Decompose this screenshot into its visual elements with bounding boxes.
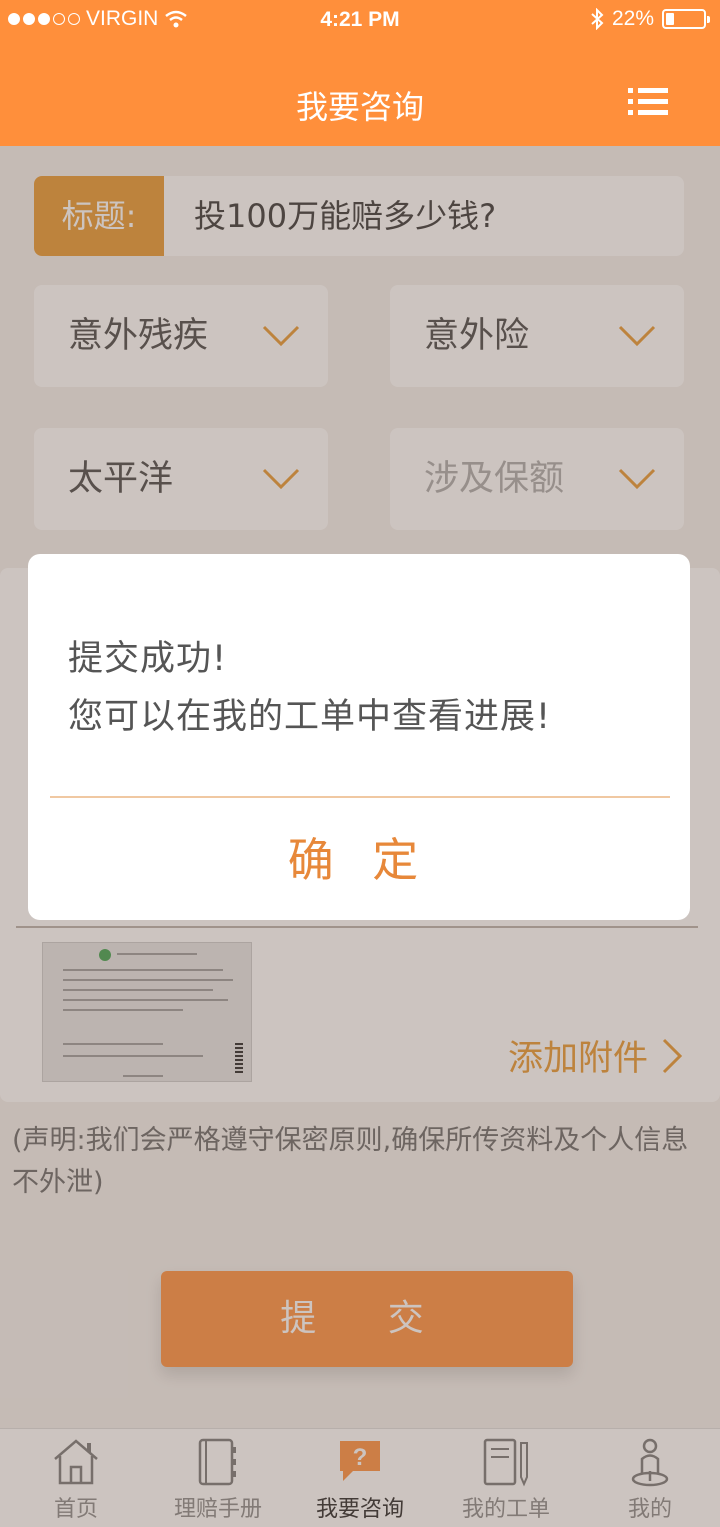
nav-header: 我要咨询 bbox=[0, 40, 720, 146]
battery-percent: 22% bbox=[611, 7, 654, 30]
status-right-group: 22% bbox=[590, 7, 710, 31]
success-dialog: 提交成功! 您可以在我的工单中查看进展! 确 定 bbox=[28, 554, 690, 920]
bluetooth-icon bbox=[591, 8, 604, 30]
menu-list-icon[interactable] bbox=[628, 88, 668, 116]
dialog-message: 提交成功! 您可以在我的工单中查看进展! bbox=[68, 630, 551, 746]
dialog-message-line2: 您可以在我的工单中查看进展! bbox=[68, 697, 552, 737]
dialog-message-line1: 提交成功! bbox=[68, 639, 228, 679]
confirm-button[interactable]: 确 定 bbox=[28, 824, 690, 890]
dialog-divider bbox=[50, 796, 670, 798]
status-bar: VIRGIN 4:21 PM 22% bbox=[0, 0, 720, 40]
battery-icon bbox=[662, 9, 710, 29]
page-title: 我要咨询 bbox=[295, 88, 424, 126]
